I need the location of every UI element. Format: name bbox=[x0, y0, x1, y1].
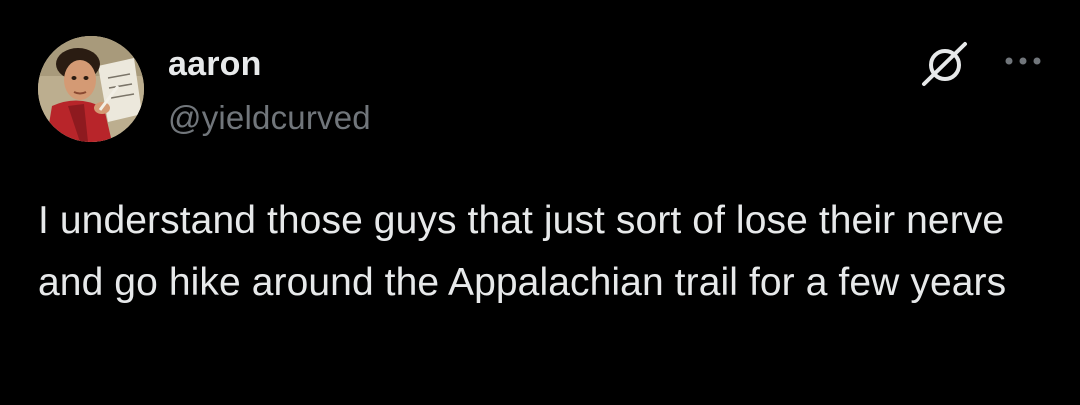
avatar-image bbox=[38, 36, 144, 142]
more-icon bbox=[1005, 57, 1041, 65]
tweet-text: I understand those guys that just sort o… bbox=[38, 199, 1016, 304]
avatar[interactable] bbox=[38, 36, 144, 142]
author-display-name[interactable]: aaron bbox=[168, 44, 262, 84]
more-button[interactable] bbox=[1000, 46, 1046, 76]
tweet-card: aaron @yieldcurved I understand those gu… bbox=[0, 0, 1080, 405]
author-handle[interactable]: @yieldcurved bbox=[168, 98, 371, 138]
grok-button[interactable] bbox=[918, 40, 974, 88]
grok-icon bbox=[922, 42, 967, 86]
